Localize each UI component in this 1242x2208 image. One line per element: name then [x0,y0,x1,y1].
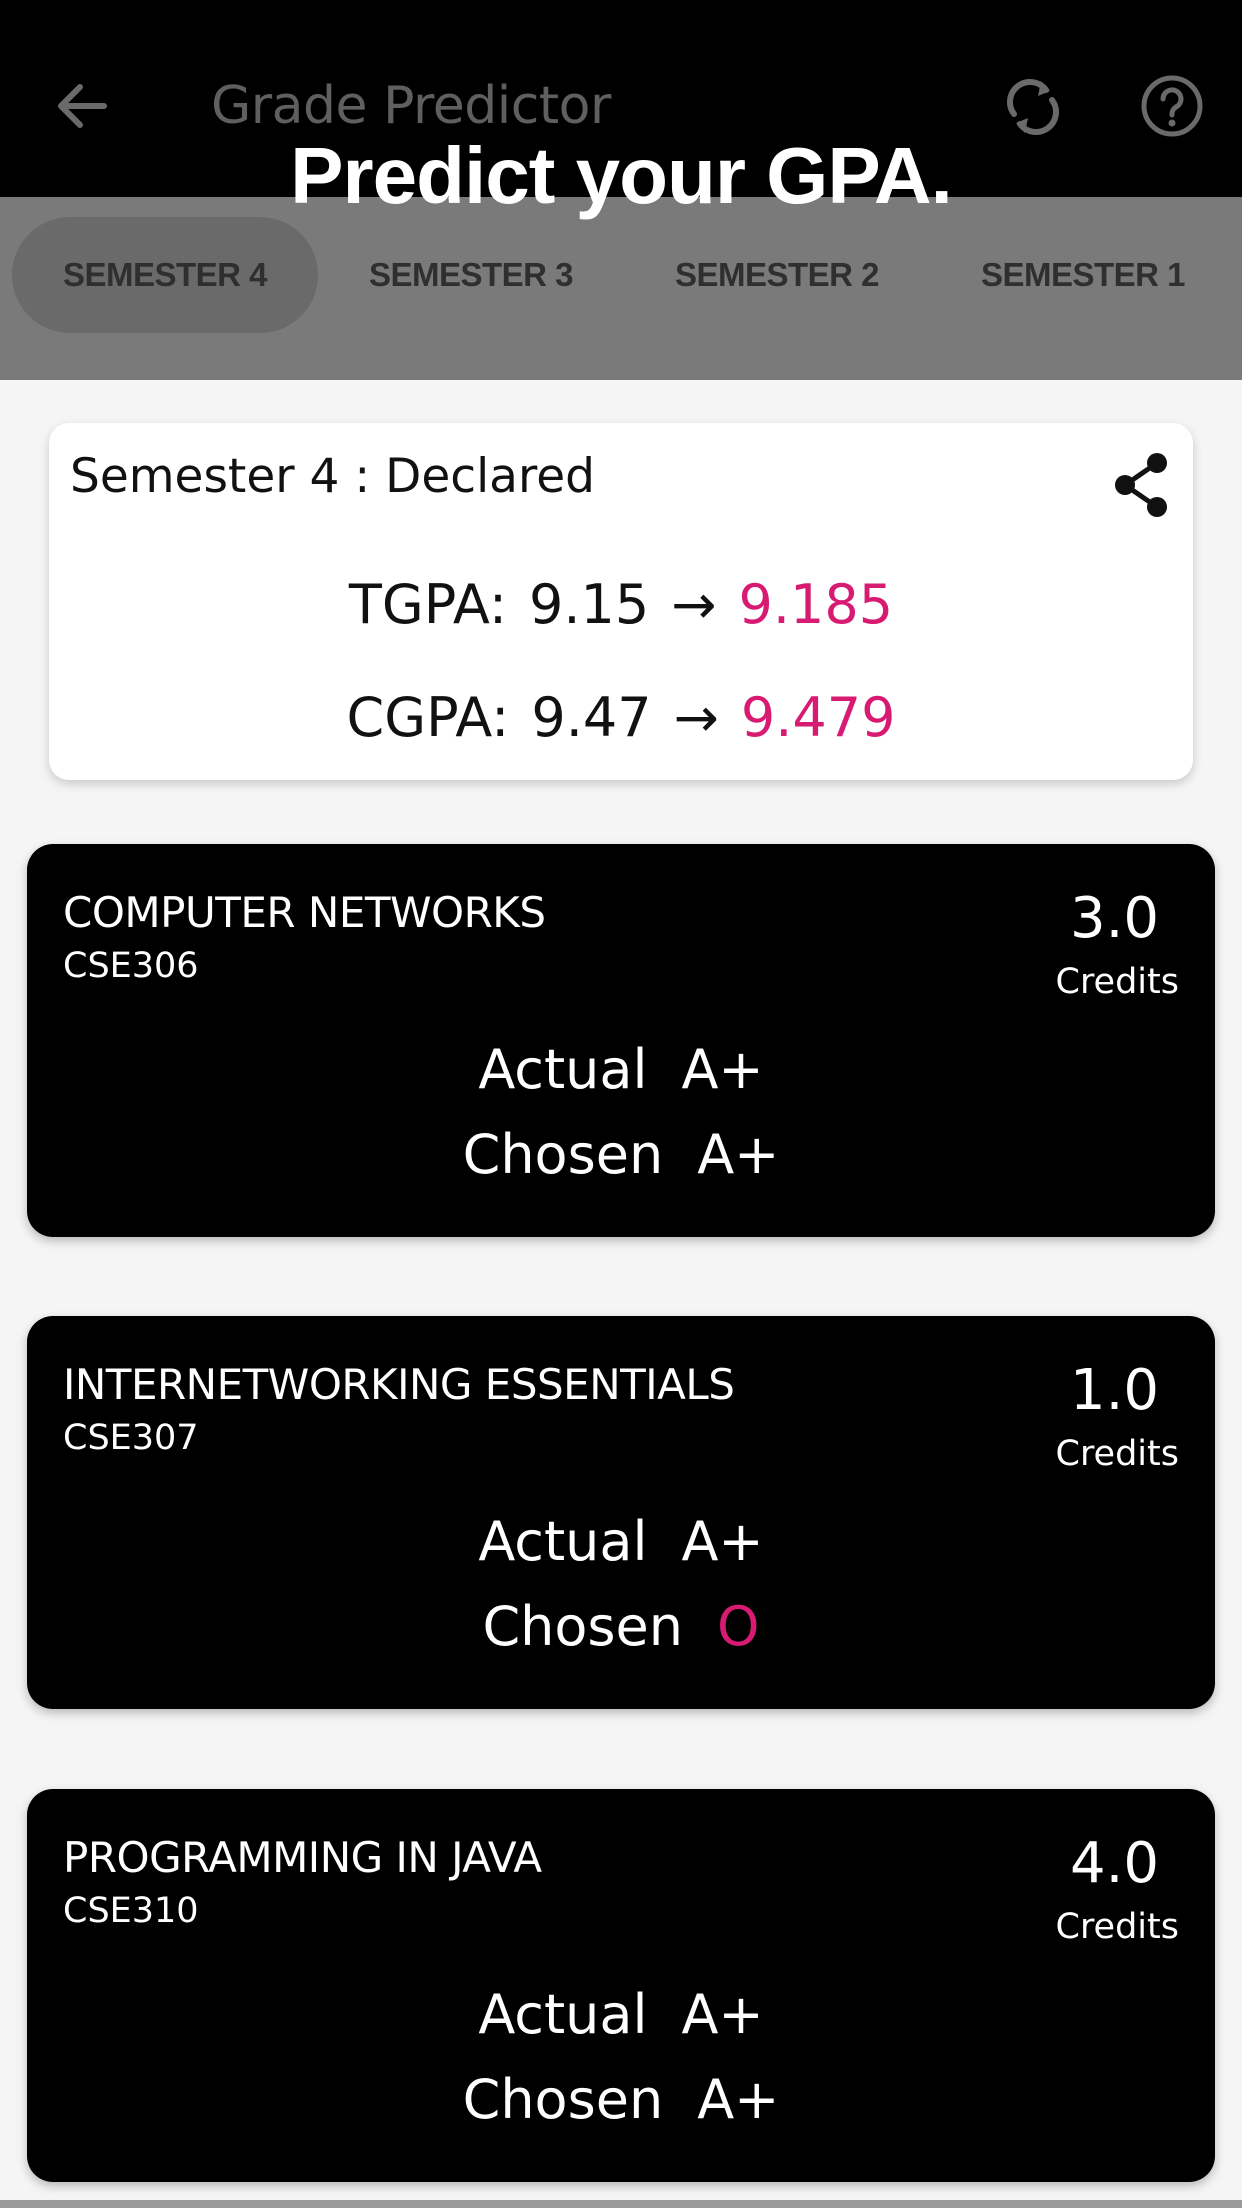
course-card[interactable]: PROGRAMMING IN JAVA CSE310 4.0 Credits A… [27,1789,1215,2182]
chosen-grade-value[interactable]: A+ [697,1123,779,1186]
arrow-right-icon: → [673,686,719,749]
semester-tab-strip: SEMESTER 4 SEMESTER 3 SEMESTER 2 SEMESTE… [0,197,1242,380]
course-card[interactable]: INTERNETWORKING ESSENTIALS CSE307 1.0 Cr… [27,1316,1215,1709]
tgpa-label: TGPA: [348,573,508,636]
tgpa-old-value: 9.15 [529,573,650,636]
chosen-grade-row[interactable]: Chosen O [27,1592,1215,1662]
promo-headline: Predict your GPA. [290,131,953,220]
divider [0,2200,1242,2208]
chosen-grade-row[interactable]: Chosen A+ [27,2065,1215,2135]
summary-heading: Semester 4 : Declared [70,449,596,504]
tgpa-predicted-value: 9.185 [738,573,894,636]
course-name: INTERNETWORKING ESSENTIALS [63,1360,735,1409]
actual-grade-label: Actual [478,1510,648,1573]
actual-grade-value: A+ [681,1510,764,1573]
course-code: CSE306 [63,946,199,986]
course-credits-value: 1.0 [1069,1358,1159,1423]
tab-semester-3[interactable]: SEMESTER 3 [318,217,624,333]
course-card[interactable]: COMPUTER NETWORKS CSE306 3.0 Credits Act… [27,844,1215,1237]
course-credits-value: 4.0 [1069,1831,1159,1896]
cgpa-label: CGPA: [346,686,510,749]
course-credits-value: 3.0 [1069,886,1159,951]
actual-grade-label: Actual [478,1983,648,2046]
course-code: CSE307 [63,1418,199,1458]
actual-grade-row: Actual A+ [27,1035,1215,1105]
chosen-grade-value[interactable]: A+ [697,2068,779,2131]
actual-grade-row: Actual A+ [27,1507,1215,1577]
chosen-grade-row[interactable]: Chosen A+ [27,1120,1215,1190]
actual-grade-label: Actual [478,1038,648,1101]
app-screen: Grade Predictor Predict your GPA. SEMEST… [0,0,1242,2208]
course-credits-label: Credits [1055,1434,1180,1474]
tab-semester-1[interactable]: SEMESTER 1 [930,217,1236,333]
tab-semester-4[interactable]: SEMESTER 4 [12,217,318,333]
tab-semester-2[interactable]: SEMESTER 2 [624,217,930,333]
actual-grade-value: A+ [681,1983,764,2046]
cgpa-old-value: 9.47 [531,686,652,749]
cgpa-row: CGPA: 9.47 → 9.479 [49,683,1193,753]
actual-grade-value: A+ [681,1038,764,1101]
cgpa-predicted-value: 9.479 [740,686,896,749]
chosen-grade-label: Chosen [462,1123,664,1186]
chosen-grade-value[interactable]: O [717,1595,760,1658]
share-icon[interactable] [1109,449,1173,521]
course-credits-label: Credits [1055,962,1180,1002]
arrow-right-icon: → [671,573,717,636]
course-code: CSE310 [63,1891,199,1931]
course-name: COMPUTER NETWORKS [63,888,546,937]
course-name: PROGRAMMING IN JAVA [63,1833,542,1882]
arrow-left-icon[interactable] [52,76,112,136]
actual-grade-row: Actual A+ [27,1980,1215,2050]
chosen-grade-label: Chosen [462,2068,664,2131]
semester-summary-card: Semester 4 : Declared TGPA: 9.15 → 9.185 CG… [49,423,1193,780]
chosen-grade-label: Chosen [482,1595,684,1658]
course-credits-label: Credits [1055,1907,1180,1947]
tgpa-row: TGPA: 9.15 → 9.185 [49,570,1193,640]
